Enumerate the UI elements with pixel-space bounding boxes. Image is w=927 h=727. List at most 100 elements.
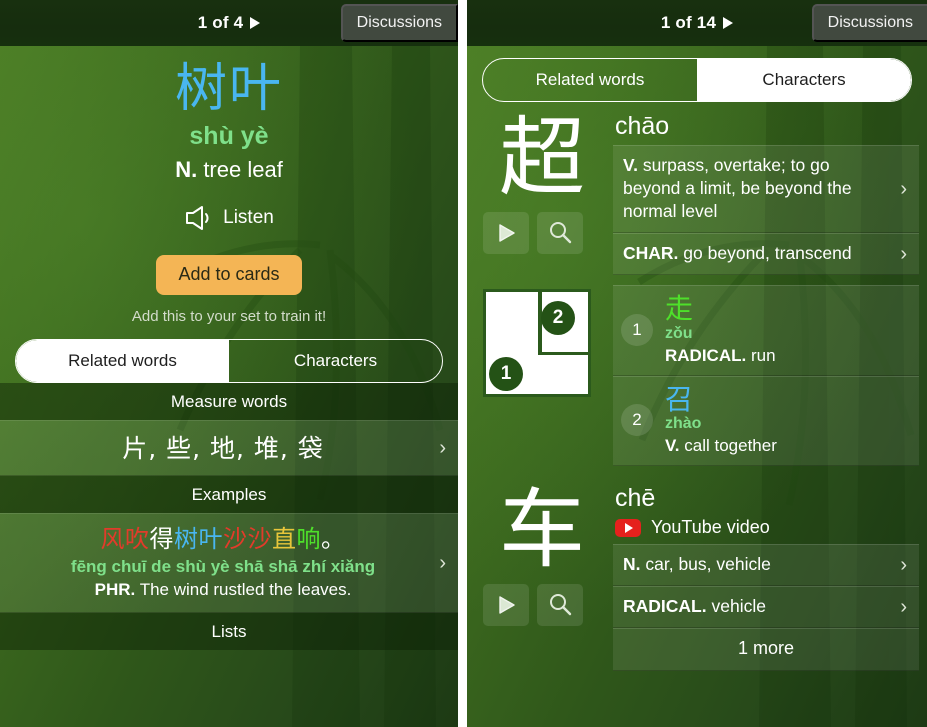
headword-def-text: tree leaf (203, 157, 283, 183)
headword-block: 树叶 shù yè N. tree leaf (0, 46, 458, 183)
section-header-measure-words: Measure words (0, 383, 458, 421)
chevron-right-icon: › (439, 437, 446, 460)
show-more-row[interactable]: 1 more (613, 628, 919, 672)
chevron-right-icon: › (900, 554, 907, 577)
component-pos: RADICAL. (665, 345, 747, 365)
headword-pinyin: shù yè (189, 122, 269, 151)
app-screen: 1 of 4 Discussions 树叶 shù yè N. tree lea… (0, 0, 927, 727)
char-block-che: 车 chē YouTube video N. car, bus, vehicle… (467, 466, 927, 672)
component-number: 1 (621, 314, 653, 347)
left-pager[interactable]: 1 of 4 (198, 13, 261, 33)
char-right-column: chē YouTube video N. car, bus, vehicle ›… (613, 480, 919, 672)
component-row[interactable]: 2 召 zhào V. call together (613, 375, 919, 467)
example-pinyin: fēng chuī de shù yè shā shā zhí xiǎng (70, 557, 376, 577)
example-english: PHR. The wind rustled the leaves. (18, 580, 428, 600)
play-triangle-icon[interactable] (250, 17, 261, 29)
component-definition: RADICAL. run (665, 346, 776, 366)
add-to-cards-wrap: Add to cards (0, 255, 458, 296)
definition-row[interactable]: CHAR. go beyond, transcend › (613, 233, 919, 276)
component-pinyin: zhào (665, 415, 702, 433)
left-pager-label: 1 of 4 (197, 13, 244, 32)
right-segmented-control: Related words Characters (482, 58, 912, 102)
right-tabs-wrap: Related words Characters (482, 58, 912, 102)
headword-hanzi[interactable]: 树叶 (0, 60, 458, 118)
component-number: 2 (621, 404, 653, 437)
example-hanzi-segment: 沙沙 (223, 525, 272, 554)
component-def-text: run (750, 345, 776, 365)
example-hanzi-segment: 风吹 (100, 525, 150, 554)
definition-text: surpass, overtake; to go beyond a limit,… (623, 155, 852, 222)
example-hanzi-segment: 直 (272, 525, 297, 554)
headword-pos: N. (175, 157, 198, 183)
play-icon[interactable] (483, 212, 529, 254)
definition-pos: RADICAL. (623, 596, 707, 617)
speaker-icon (186, 206, 209, 231)
example-body: 风吹得树叶沙沙直响。 fēng chuī de shù yè shā shā z… (18, 524, 428, 600)
example-hanzi: 风吹得树叶沙沙直响。 (18, 524, 428, 554)
char-pinyin: chāo (615, 112, 670, 140)
decomposition-right: 1 走 zǒu RADICAL. run 2 召 zhào V. call to… (613, 285, 919, 467)
listen-button[interactable]: Listen (0, 205, 458, 231)
component-definition: V. call together (665, 436, 777, 456)
tab-characters[interactable]: Characters (697, 59, 911, 101)
example-hanzi-segment: 树叶 (174, 525, 223, 554)
panel-divider (458, 0, 467, 727)
decomposition-block: 1 2 1 走 zǒu RADICAL. run 2 召 zhào V. cal… (467, 275, 927, 467)
component-body: 走 zǒu RADICAL. run (665, 294, 776, 365)
measure-words-row[interactable]: 片, 些, 地, 堆, 袋 › (0, 420, 458, 477)
left-panel: 1 of 4 Discussions 树叶 shù yè N. tree lea… (0, 0, 458, 727)
decomposition-diagram[interactable]: 1 2 (483, 289, 591, 398)
component-pinyin: zǒu (665, 324, 693, 342)
definition-row[interactable]: N. car, bus, vehicle › (613, 544, 919, 587)
left-segmented-control: Related words Characters (15, 339, 443, 384)
tab-related-words[interactable]: Related words (483, 59, 697, 101)
char-glyph[interactable]: 车 (481, 480, 603, 580)
magnifier-glyph (550, 594, 572, 616)
char-icon-row (481, 212, 603, 254)
youtube-video-link[interactable]: YouTube video (613, 515, 919, 544)
definition-text: vehicle (711, 596, 766, 617)
search-icon[interactable] (537, 212, 583, 254)
definition-row[interactable]: V. surpass, overtake; to go beyond a lim… (613, 145, 919, 234)
char-pinyin: chē (615, 484, 656, 513)
section-header-lists: Lists (0, 613, 458, 651)
char-block-chao: 超 chāo V. surpass, overtake; to go beyon… (467, 102, 927, 276)
component-hanzi: 召 (665, 382, 694, 416)
chevron-right-icon: › (900, 178, 907, 201)
add-to-cards-button[interactable]: Add to cards (156, 255, 302, 296)
tab-related-words[interactable]: Related words (16, 340, 229, 383)
example-english-text: The wind rustled the leaves. (139, 580, 352, 600)
component-body: 召 zhào V. call together (665, 382, 777, 456)
definition-list: V. surpass, overtake; to go beyond a lim… (613, 145, 919, 276)
component-row[interactable]: 1 走 zǒu RADICAL. run (613, 285, 919, 376)
definition-pos: CHAR. (623, 243, 679, 264)
play-triangle-glyph (499, 596, 515, 614)
chevron-right-icon: › (900, 596, 907, 619)
youtube-label: YouTube video (651, 517, 770, 538)
example-row[interactable]: 风吹得树叶沙沙直响。 fēng chuī de shù yè shā shā z… (0, 513, 458, 614)
definition-row[interactable]: RADICAL. vehicle › (613, 586, 919, 629)
measure-words-text: 片, 些, 地, 堆, 袋 (122, 434, 324, 464)
play-triangle-icon[interactable] (723, 17, 734, 29)
search-icon[interactable] (537, 584, 583, 627)
left-tabs-wrap: Related words Characters (15, 339, 443, 384)
magnifier-glyph (550, 222, 572, 244)
char-left-column: 车 (481, 480, 603, 671)
youtube-icon (615, 518, 641, 537)
chevron-right-icon: › (439, 552, 446, 575)
definition-pos: V. (623, 155, 638, 175)
component-def-text: call together (684, 436, 777, 456)
char-glyph[interactable]: 超 (481, 108, 603, 208)
left-discussions-button[interactable]: Discussions (340, 4, 458, 42)
char-left-column: 超 (481, 108, 603, 275)
example-pos: PHR. (94, 580, 136, 600)
play-icon[interactable] (483, 584, 529, 627)
right-pager[interactable]: 1 of 14 (661, 13, 734, 33)
char-icon-row (481, 584, 603, 627)
right-discussions-button[interactable]: Discussions (811, 4, 927, 42)
tab-characters[interactable]: Characters (229, 340, 442, 382)
chevron-right-icon: › (900, 243, 907, 266)
section-header-examples: Examples (0, 476, 458, 514)
definition-pos: N. (623, 554, 641, 575)
left-top-bar: 1 of 4 Discussions (0, 0, 458, 46)
